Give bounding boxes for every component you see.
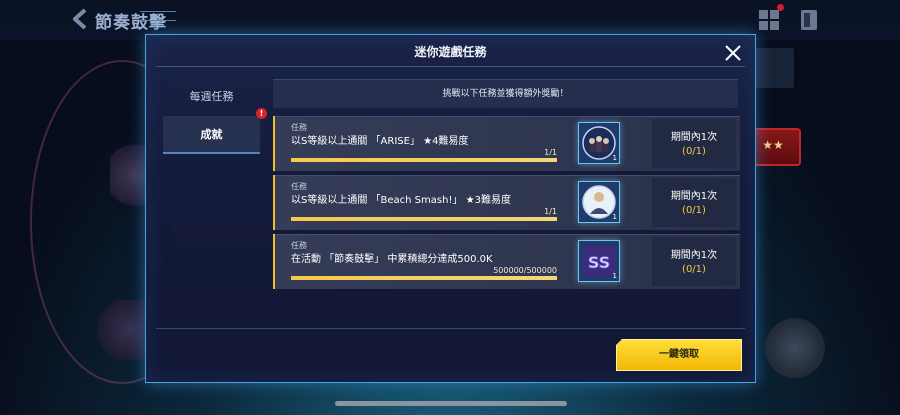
mission-period: 期間內1次 — [670, 191, 718, 202]
ss-rank-reward-icon[interactable]: SS 1 — [578, 240, 620, 282]
tab-achievements[interactable]: 成就 — [163, 116, 260, 154]
mission-row: 任務 以S等級以上通關 「Beach Smash!」 ★3難易度 1/1 1 期… — [273, 175, 740, 230]
reward-count: 1 — [612, 154, 617, 162]
home-indicator[interactable] — [335, 401, 567, 406]
back-arrow-icon — [73, 8, 87, 30]
mission-limit-box: 期間內1次 (0/1) — [652, 119, 736, 168]
mission-period: 期間內1次 — [670, 132, 718, 143]
close-icon[interactable] — [724, 44, 742, 62]
mission-description: 以S等級以上通關 「ARISE」 ★4難易度 — [291, 136, 469, 147]
mission-row: 任務 以S等級以上通關 「ARISE」 ★4難易度 1/1 1 期間內1次 (0… — [273, 116, 740, 171]
mission-progress-bar — [291, 276, 557, 280]
reward-count: 1 — [612, 213, 617, 221]
mini-game-missions-modal: 迷你遊戲任務 每週任務 成就 ! 挑戰以下任務並獲得額外獎勵！ 任務 以S等級以… — [145, 34, 756, 383]
mission-description: 以S等級以上通關 「Beach Smash!」 ★3難易度 — [291, 195, 511, 206]
tab-weekly-missions[interactable]: 每週任務 — [163, 78, 260, 116]
mission-progress-bar — [291, 158, 557, 162]
mission-progress-text: 1/1 — [544, 148, 557, 157]
background-subtitle-decoration — [140, 11, 176, 21]
svg-text:SS: SS — [588, 253, 610, 272]
tab-alert-badge: ! — [256, 108, 267, 119]
mission-description: 在活動 「節奏鼓擊」 中累積總分達成500.0K — [291, 254, 493, 265]
reward-count: 1 — [612, 272, 617, 280]
mission-progress-fill — [291, 276, 557, 280]
footer-divider — [156, 328, 745, 329]
mission-count: (0/1) — [682, 146, 706, 157]
mission-progress-text: 500000/500000 — [493, 266, 557, 275]
mission-progress-fill — [291, 158, 557, 162]
character-portrait-reward-icon[interactable]: 1 — [578, 181, 620, 223]
mission-count: (0/1) — [682, 264, 706, 275]
grid-menu-icon — [759, 10, 779, 30]
title-divider — [156, 66, 745, 67]
mission-progress-bar — [291, 217, 557, 221]
band-members-reward-icon[interactable]: 1 — [578, 122, 620, 164]
mission-progress-fill — [291, 217, 557, 221]
mission-progress-text: 1/1 — [544, 207, 557, 216]
modal-title: 迷你遊戲任務 — [414, 45, 487, 59]
mission-row: 任務 在活動 「節奏鼓擊」 中累積總分達成500.0K 500000/50000… — [273, 234, 740, 289]
mission-limit-box: 期間內1次 (0/1) — [652, 237, 736, 286]
mission-period: 期間內1次 — [670, 250, 718, 261]
challenge-banner: 挑戰以下任務並獲得額外獎勵！ — [273, 79, 738, 108]
mission-limit-box: 期間內1次 (0/1) — [652, 178, 736, 227]
document-icon — [801, 10, 817, 30]
notification-dot — [777, 4, 784, 11]
background-round-button — [765, 318, 825, 378]
mission-count: (0/1) — [682, 205, 706, 216]
claim-all-button[interactable]: 一鍵領取 — [616, 339, 742, 371]
